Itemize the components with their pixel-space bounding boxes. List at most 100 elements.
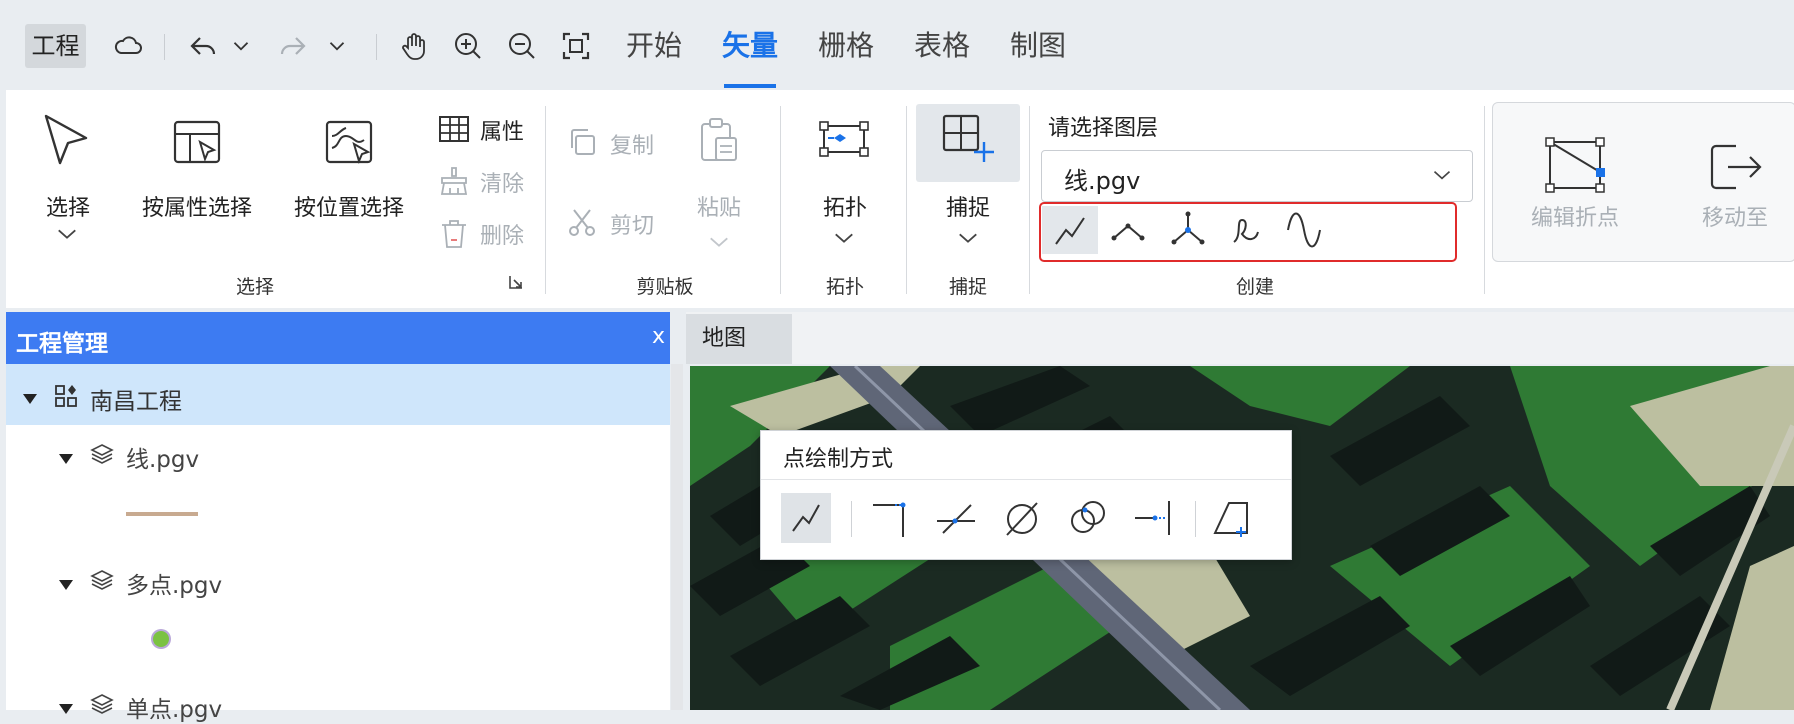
group-label-snap: 捕捉 [948, 276, 987, 298]
attributes-button[interactable]: 属性 [480, 114, 524, 146]
tab-vector[interactable]: 矢量 [722, 20, 778, 72]
quick-access-bar [0, 0, 1794, 90]
topology-button[interactable]: 拓扑 [810, 190, 880, 222]
select-by-attribute-button[interactable]: 按属性选择 [132, 190, 262, 222]
circle-circle-mode-button[interactable] [1063, 493, 1113, 543]
two-circles-icon [1071, 501, 1105, 533]
tree-item-layer[interactable]: 多点.pgv [126, 566, 222, 600]
group-label-clipboard: 剪贴板 [636, 276, 694, 298]
polygon-vertex-icon [1213, 502, 1248, 537]
cloud-icon[interactable] [108, 26, 148, 66]
select-arrow-icon[interactable] [40, 112, 96, 170]
tree-item-layer[interactable]: 单点.pgv [126, 690, 222, 724]
intersect-line-icon [937, 504, 975, 534]
create-polyline-tool[interactable] [1042, 206, 1098, 254]
select-dropdown-chevron-icon[interactable] [56, 226, 78, 247]
select-by-location-icon[interactable] [324, 118, 376, 168]
delete-trash-icon [438, 218, 470, 250]
point-symbol-swatch [153, 631, 169, 647]
tab-table[interactable]: 表格 [914, 20, 970, 72]
tab-cartography[interactable]: 制图 [1010, 20, 1066, 72]
select-by-attribute-icon[interactable] [172, 118, 222, 168]
create-freehand-tool[interactable] [1218, 206, 1274, 254]
layer-stack-icon [90, 692, 114, 716]
freehand-curve-icon [1233, 218, 1259, 243]
cut-scissors-icon [566, 206, 598, 238]
polyline-icon [1055, 217, 1085, 245]
branch-node-icon [1171, 211, 1205, 245]
full-extent-icon[interactable] [556, 26, 596, 66]
zoom-in-icon[interactable] [448, 26, 488, 66]
snap-dropdown-chevron-icon[interactable] [957, 230, 979, 250]
extend-point-icon [1135, 501, 1170, 535]
clear-broom-icon [438, 166, 470, 196]
select-button[interactable]: 选择 [28, 190, 108, 222]
group-label-topology: 拓扑 [825, 276, 864, 298]
layer-stack-icon [90, 568, 114, 592]
layer-select-value: 线.pgv [1064, 167, 1141, 195]
zoom-out-icon[interactable] [502, 26, 542, 66]
extend-point-mode-button[interactable] [1129, 493, 1179, 543]
paste-dropdown-chevron-icon[interactable] [708, 234, 730, 254]
move-to-icon [1706, 140, 1766, 194]
active-tab-indicator [724, 84, 776, 88]
edit-vertex-icon [1544, 136, 1608, 196]
paste-clipboard-icon [698, 116, 740, 164]
circle-slash-icon [1006, 502, 1038, 536]
snap-button[interactable]: 捕捉 [930, 190, 1006, 222]
layer-select-dropdown[interactable]: 线.pgv [1041, 150, 1473, 202]
edit-vertex-button[interactable]: 编辑折点 [1520, 200, 1630, 232]
panel-scrollbar[interactable] [671, 364, 683, 710]
project-manager-header: 工程管理 x [6, 312, 670, 364]
expand-triangle-icon[interactable] [58, 576, 74, 595]
group-label-select: 选择 [235, 276, 274, 298]
project-apps-icon [54, 384, 78, 408]
map-tab-bar [686, 312, 1794, 364]
pan-hand-icon[interactable] [394, 26, 434, 66]
perpendicular-mode-button[interactable] [865, 493, 915, 543]
angle-line-icon [1111, 223, 1145, 241]
popup-title: 点绘制方式 [783, 447, 894, 472]
tab-raster[interactable]: 栅格 [818, 20, 874, 72]
polyline-icon [792, 504, 820, 532]
move-to-button[interactable]: 移动至 [1690, 200, 1780, 232]
layer-select-label: 请选择图层 [1048, 116, 1159, 141]
polyline-mode-button[interactable] [781, 493, 831, 543]
tab-map[interactable]: 地图 [686, 314, 792, 364]
undo-dropdown-chevron-icon[interactable] [228, 26, 254, 66]
layer-stack-icon [90, 442, 114, 466]
tab-start[interactable]: 开始 [626, 20, 682, 72]
sine-curve-icon [1287, 212, 1321, 248]
cut-button[interactable]: 剪切 [610, 208, 654, 240]
clear-button[interactable]: 清除 [480, 166, 524, 198]
copy-button[interactable]: 复制 [610, 128, 654, 160]
delete-button[interactable]: 删除 [480, 218, 524, 250]
topology-icon[interactable] [818, 118, 870, 162]
tree-item-layer[interactable]: 线.pgv [126, 440, 199, 474]
expand-triangle-icon[interactable] [22, 390, 38, 409]
redo-dropdown-chevron-icon[interactable] [324, 26, 350, 66]
line-symbol-swatch [126, 512, 198, 516]
project-name: 南昌工程 [90, 389, 182, 415]
create-branch-tool[interactable] [1160, 206, 1216, 254]
select-by-location-button[interactable]: 按位置选择 [284, 190, 414, 222]
expand-triangle-icon[interactable] [58, 450, 74, 469]
redo-icon[interactable] [272, 26, 312, 66]
snap-grid-plus-icon[interactable] [940, 112, 996, 164]
perpendicular-icon [873, 502, 906, 537]
layer-select-chevron-icon [1432, 167, 1452, 186]
project-menu-button[interactable]: 工程 [25, 24, 86, 68]
topology-dropdown-chevron-icon[interactable] [833, 230, 855, 250]
attribute-table-icon[interactable] [438, 114, 470, 144]
paste-button[interactable]: 粘贴 [694, 190, 744, 222]
dialog-launcher-icon[interactable] [508, 274, 524, 290]
line-circle-mode-button[interactable] [997, 493, 1047, 543]
undo-icon[interactable] [184, 26, 224, 66]
create-spline-tool[interactable] [1276, 206, 1332, 254]
intersect-line-mode-button[interactable] [931, 493, 981, 543]
polygon-vertex-mode-button[interactable] [1207, 493, 1257, 543]
group-label-create: 创建 [1235, 276, 1274, 298]
project-manager-title: 工程管理 [16, 331, 108, 357]
close-panel-button[interactable]: x [652, 324, 665, 349]
create-segment-tool[interactable] [1102, 206, 1158, 254]
